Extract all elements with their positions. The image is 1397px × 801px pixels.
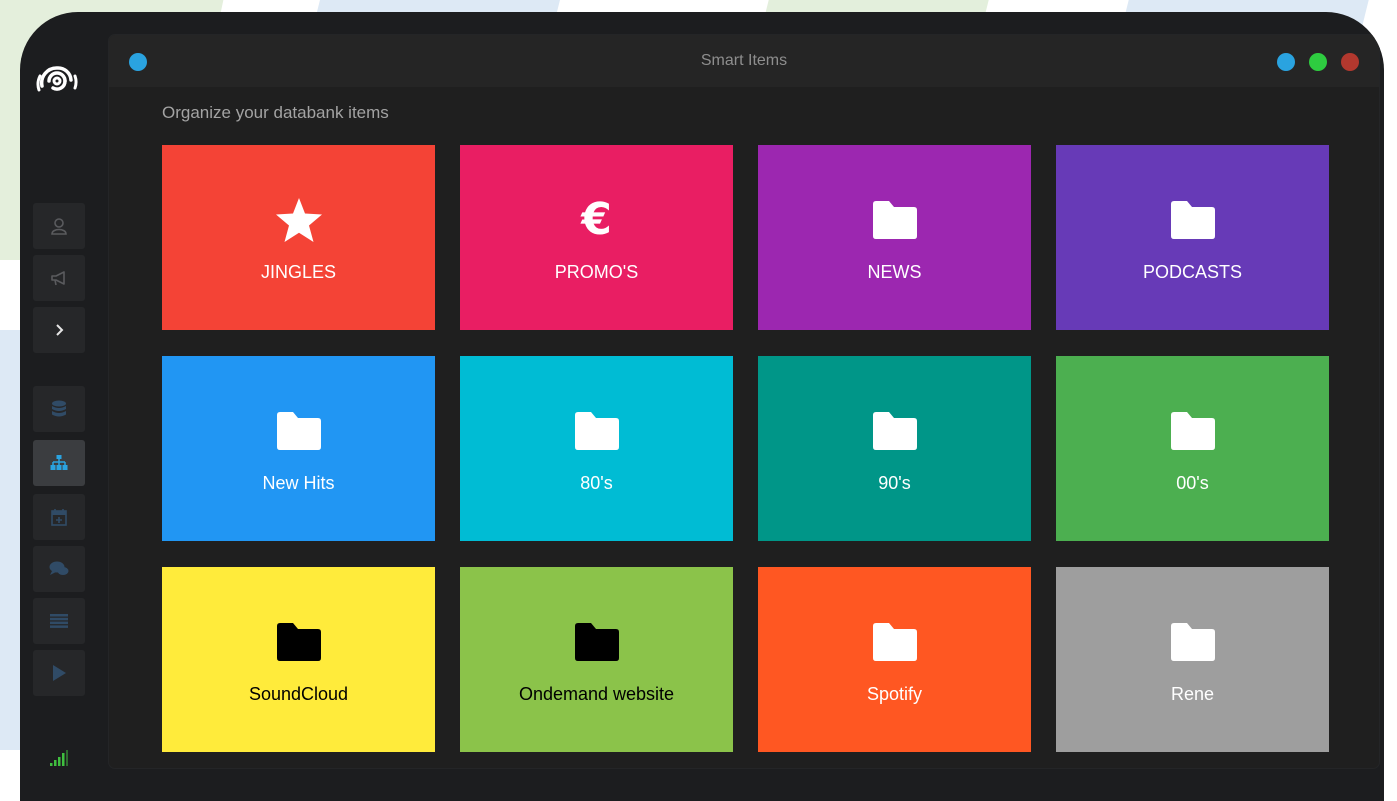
tile-label: New Hits	[262, 473, 335, 493]
folder-icon	[758, 408, 1031, 454]
calendar-plus-icon	[51, 508, 67, 526]
folder-icon	[460, 619, 733, 665]
smart-item-tile[interactable]: 90's	[758, 356, 1031, 541]
sidebar-item-user[interactable]	[33, 203, 85, 249]
tile-label: Ondemand website	[518, 684, 675, 704]
smart-item-tile[interactable]: € PROMO'S	[460, 145, 733, 330]
tile-label: NEWS	[867, 262, 922, 282]
tile-label: 00's	[1176, 473, 1209, 493]
chevron-right-icon	[52, 323, 66, 337]
smart-item-tile[interactable]: PODCASTS	[1056, 145, 1329, 330]
smart-item-tile[interactable]: Spotify	[758, 567, 1031, 752]
smart-item-tile[interactable]: SoundCloud	[162, 567, 435, 752]
sidebar-item-database[interactable]	[33, 386, 85, 432]
user-icon	[50, 217, 68, 235]
sidebar-item-chevron-right[interactable]	[33, 307, 85, 353]
tile-label: PROMO'S	[554, 262, 639, 282]
folder-icon	[162, 408, 435, 454]
megaphone-icon	[50, 269, 68, 287]
sidebar-item-sitemap[interactable]	[33, 440, 85, 486]
title-bar: Smart Items	[109, 35, 1379, 87]
sidebar-item-megaphone[interactable]	[33, 255, 85, 301]
folder-icon	[162, 619, 435, 665]
euro-symbol: €	[581, 194, 612, 245]
sidebar-item-calendar-plus[interactable]	[33, 494, 85, 540]
list-icon	[50, 614, 68, 628]
sidebar-item-signal[interactable]	[33, 735, 85, 781]
smart-item-tile[interactable]: Rene	[1056, 567, 1329, 752]
database-icon	[51, 400, 67, 418]
signal-icon	[50, 750, 68, 766]
window-maximize-button[interactable]	[1309, 53, 1327, 71]
window-minimize-button[interactable]	[1277, 53, 1295, 71]
folder-icon	[758, 619, 1031, 665]
tile-label: Rene	[1170, 684, 1215, 704]
device-frame: Smart Items Organize your databank items…	[20, 12, 1384, 801]
app-logo-icon	[35, 66, 79, 96]
smart-item-tile[interactable]: JINGLES	[162, 145, 435, 330]
tile-label: SoundCloud	[248, 684, 349, 704]
folder-icon	[1056, 408, 1329, 454]
play-icon	[52, 665, 66, 681]
tile-label: 80's	[580, 473, 613, 493]
smart-item-tile[interactable]: Ondemand website	[460, 567, 733, 752]
folder-icon	[1056, 619, 1329, 665]
star-icon	[162, 197, 435, 243]
comments-icon	[49, 561, 69, 577]
sitemap-icon	[50, 455, 68, 471]
smart-item-tile[interactable]: NEWS	[758, 145, 1031, 330]
smart-item-tile[interactable]: 00's	[1056, 356, 1329, 541]
smart-item-tile[interactable]: New Hits	[162, 356, 435, 541]
folder-icon	[758, 197, 1031, 243]
page-subtitle: Organize your databank items	[162, 103, 389, 122]
tile-label: Spotify	[866, 684, 923, 704]
folder-icon	[460, 408, 733, 454]
folder-icon	[1056, 197, 1329, 243]
tile-label: PODCASTS	[1142, 262, 1243, 282]
tile-label: JINGLES	[260, 262, 337, 282]
tile-label: 90's	[878, 473, 911, 493]
window-title: Smart Items	[700, 52, 788, 69]
smart-items-window: Smart Items Organize your databank items…	[109, 35, 1379, 768]
sidebar-item-play[interactable]	[33, 650, 85, 696]
sidebar-item-comments[interactable]	[33, 546, 85, 592]
euro-icon: €	[460, 197, 733, 243]
sidebar-item-list[interactable]	[33, 598, 85, 644]
window-close-button[interactable]	[1341, 53, 1359, 71]
smart-item-tile[interactable]: 80's	[460, 356, 733, 541]
